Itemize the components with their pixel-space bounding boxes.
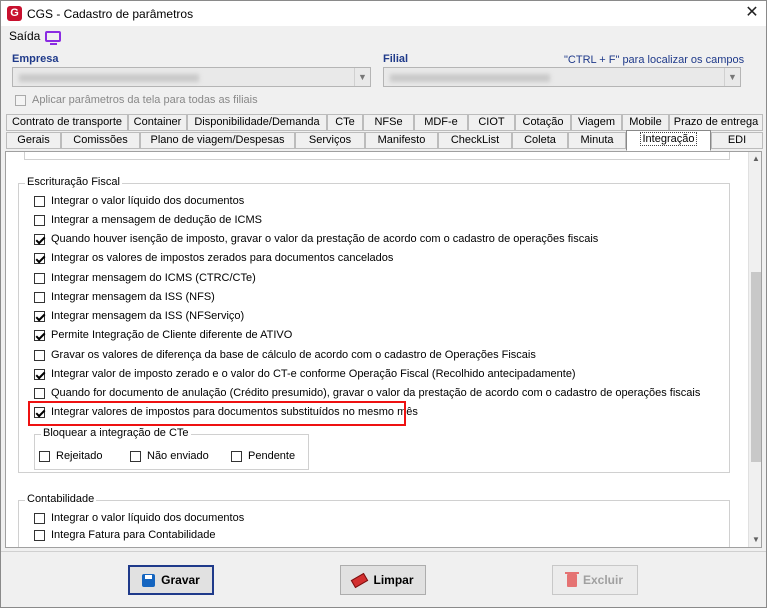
- chk-nao-enviado[interactable]: [130, 451, 141, 462]
- previous-group-bottom: [24, 152, 730, 160]
- bloquear-title: Bloquear a integração de CTe: [41, 427, 191, 439]
- excluir-button[interactable]: Excluir: [552, 565, 638, 595]
- chk-mensagem-iss-nfservico[interactable]: [34, 311, 45, 322]
- tab-ciot[interactable]: CIOT: [468, 114, 515, 131]
- apply-all-checkbox[interactable]: [15, 95, 26, 106]
- filial-value-redacted: [390, 74, 550, 82]
- chk-contab-valor-liquido[interactable]: [34, 513, 45, 524]
- tab-contrato-transporte[interactable]: Contrato de transporte: [6, 114, 128, 131]
- tab-manifesto[interactable]: Manifesto: [365, 132, 438, 149]
- tab-cotacao[interactable]: Cotação: [515, 114, 571, 131]
- scroll-down-icon[interactable]: ▼: [749, 533, 761, 547]
- label-contab-valor-liquido: Integrar o valor líquido dos documentos: [51, 512, 245, 524]
- tab-coleta[interactable]: Coleta: [512, 132, 568, 149]
- label-mensagem-iss-nfservico: Integrar mensagem da ISS (NFServiço): [51, 310, 245, 322]
- escrituracao-title: Escrituração Fiscal: [25, 176, 122, 188]
- search-hint: "CTRL + F" para localizar os campos: [564, 54, 745, 66]
- chk-isencao-imposto[interactable]: [34, 234, 45, 245]
- label-diferenca-base-calculo: Gravar os valores de diferença da base d…: [51, 349, 536, 361]
- chk-mensagem-icms[interactable]: [34, 273, 45, 284]
- scrollbar-thumb[interactable]: [751, 272, 761, 462]
- filial-label: Filial: [383, 53, 409, 65]
- gravar-button[interactable]: Gravar: [128, 565, 214, 595]
- label-nao-enviado: Não enviado: [147, 450, 209, 462]
- title-bar: G CGS - Cadastro de parâmetros ✕: [1, 1, 766, 26]
- app-logo-icon: G: [7, 6, 22, 21]
- tab-mdfe[interactable]: MDF-e: [414, 114, 468, 131]
- chk-integra-fatura[interactable]: [34, 530, 45, 541]
- menu-saida[interactable]: Saída: [9, 29, 40, 43]
- label-mensagem-iss-nfs: Integrar mensagem da ISS (NFS): [51, 291, 215, 303]
- chk-impostos-zerados-cancelados[interactable]: [34, 253, 45, 264]
- footer-divider: [1, 551, 766, 552]
- limpar-button[interactable]: Limpar: [340, 565, 426, 595]
- vertical-scrollbar[interactable]: ▲ ▼: [748, 152, 761, 547]
- eraser-icon: [351, 572, 369, 588]
- floppy-disk-icon: [142, 573, 156, 587]
- chk-pendente[interactable]: [231, 451, 242, 462]
- chk-cliente-diferente-ativo[interactable]: [34, 330, 45, 341]
- tab-cte[interactable]: CTe: [327, 114, 363, 131]
- tab-minuta[interactable]: Minuta: [568, 132, 626, 149]
- trash-icon: [564, 571, 579, 587]
- tab-servicos[interactable]: Serviços: [295, 132, 365, 149]
- label-valor-liquido: Integrar o valor líquido dos documentos: [51, 195, 245, 207]
- window-title: CGS - Cadastro de parâmetros: [27, 7, 194, 21]
- tab-plano-viagem[interactable]: Plano de viagem/Despesas: [140, 132, 295, 149]
- apply-all-label: Aplicar parâmetros da tela para todas as…: [32, 94, 258, 106]
- label-integra-fatura: Integra Fatura para Contabilidade: [51, 529, 216, 541]
- chevron-down-icon[interactable]: ▼: [724, 68, 740, 86]
- label-rejeitado: Rejeitado: [56, 450, 103, 462]
- label-mensagem-icms: Integrar mensagem do ICMS (CTRC/CTe): [51, 272, 256, 284]
- integracao-panel: Escrituração Fiscal Integrar o valor líq…: [5, 151, 762, 548]
- close-icon[interactable]: ✕: [741, 3, 763, 23]
- tab-edi[interactable]: EDI: [711, 132, 763, 149]
- highlight-box: [28, 401, 406, 426]
- tab-container[interactable]: Container: [128, 114, 187, 131]
- label-deducao-icms: Integrar a mensagem de dedução de ICMS: [51, 214, 262, 226]
- chk-rejeitado[interactable]: [39, 451, 50, 462]
- monitor-icon[interactable]: [45, 31, 61, 45]
- label-cliente-diferente-ativo: Permite Integração de Cliente diferente …: [51, 329, 293, 341]
- chk-valor-liquido[interactable]: [34, 196, 45, 207]
- tab-comissoes[interactable]: Comissões: [61, 132, 140, 149]
- chk-documento-anulacao[interactable]: [34, 388, 45, 399]
- contabilidade-title: Contabilidade: [25, 493, 97, 505]
- empresa-value-redacted: [19, 74, 199, 82]
- chk-imposto-zerado-cte[interactable]: [34, 369, 45, 380]
- tab-integracao[interactable]: Integração: [626, 130, 711, 151]
- label-imposto-zerado-cte: Integrar valor de imposto zerado e o val…: [51, 368, 576, 380]
- tab-mobile[interactable]: Mobile: [622, 114, 669, 131]
- window: G CGS - Cadastro de parâmetros ✕ Saída E…: [0, 0, 767, 608]
- empresa-label: Empresa: [12, 53, 59, 65]
- empresa-select[interactable]: ▼: [12, 67, 371, 87]
- tab-disponibilidade[interactable]: Disponibilidade/Demanda: [187, 114, 327, 131]
- tab-viagem[interactable]: Viagem: [571, 114, 622, 131]
- tab-gerais[interactable]: Gerais: [6, 132, 61, 149]
- chk-mensagem-iss-nfs[interactable]: [34, 292, 45, 303]
- chevron-down-icon[interactable]: ▼: [354, 68, 370, 86]
- chk-diferenca-base-calculo[interactable]: [34, 350, 45, 361]
- filial-select[interactable]: ▼: [383, 67, 741, 87]
- scroll-up-icon[interactable]: ▲: [749, 152, 761, 166]
- tab-nfse[interactable]: NFSe: [363, 114, 414, 131]
- label-documento-anulacao: Quando for documento de anulação (Crédit…: [51, 387, 701, 399]
- label-isencao-imposto: Quando houver isenção de imposto, gravar…: [51, 233, 599, 245]
- label-impostos-zerados-cancelados: Integrar os valores de impostos zerados …: [51, 252, 394, 264]
- tab-prazo-entrega[interactable]: Prazo de entrega: [669, 114, 763, 131]
- label-pendente: Pendente: [248, 450, 296, 462]
- tab-checklist[interactable]: CheckList: [438, 132, 512, 149]
- chk-deducao-icms[interactable]: [34, 215, 45, 226]
